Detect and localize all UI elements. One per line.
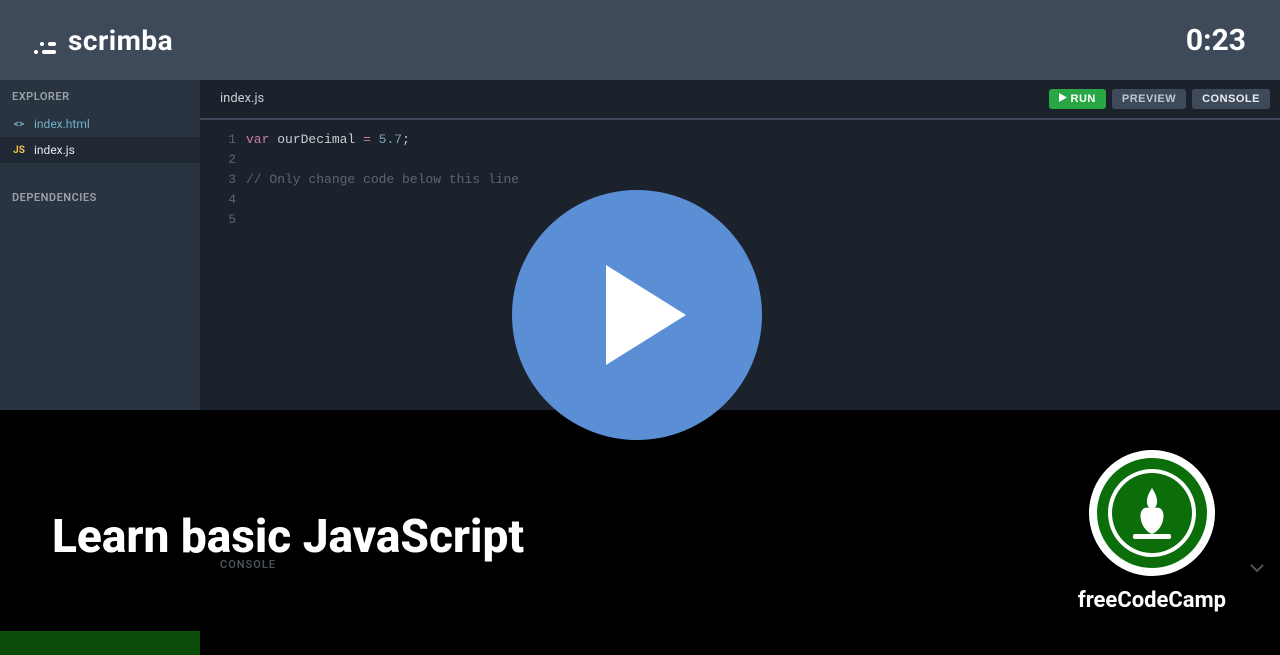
editor-header: index.js RUN PREVIEW CONSOLE	[200, 80, 1280, 120]
line-number-gutter: 1 2 3 4 5	[200, 130, 246, 410]
file-item-index-js[interactable]: JS index.js	[0, 137, 200, 163]
freecodecamp-logo-icon	[1097, 458, 1207, 568]
line-number: 2	[200, 150, 236, 170]
console-panel-label: CONSOLE	[220, 558, 276, 571]
channel-badge[interactable]: freeCodeCamp	[1078, 450, 1226, 613]
console-button[interactable]: CONSOLE	[1192, 89, 1270, 109]
brand-name: scrimba	[68, 24, 173, 57]
active-file-tab[interactable]: index.js	[220, 91, 264, 108]
sidebar: EXPLORER <> index.html JS index.js DEPEN…	[0, 80, 200, 410]
play-lesson-button[interactable]	[512, 190, 762, 440]
code-line: // Only change code below this line	[246, 170, 1260, 190]
progress-strip	[0, 631, 200, 655]
preview-button[interactable]: PREVIEW	[1112, 89, 1186, 109]
code-line	[246, 210, 1260, 230]
console-label: CONSOLE	[1202, 93, 1260, 105]
code-line	[246, 190, 1260, 210]
channel-avatar	[1089, 450, 1215, 576]
line-number: 3	[200, 170, 236, 190]
channel-name: freeCodeCamp	[1078, 588, 1226, 613]
file-label: index.js	[34, 143, 75, 157]
brand-logo-group[interactable]: scrimba	[34, 24, 173, 57]
editor-action-buttons: RUN PREVIEW CONSOLE	[1049, 89, 1270, 109]
run-button[interactable]: RUN	[1049, 89, 1106, 109]
explorer-heading: EXPLORER	[0, 80, 200, 111]
lesson-title: Learn basic JavaScript	[52, 510, 524, 564]
code-content: var ourDecimal = 5.7; // Only change cod…	[246, 130, 1280, 410]
line-number: 1	[200, 130, 236, 150]
line-number: 4	[200, 190, 236, 210]
chevron-down-icon[interactable]	[1250, 558, 1264, 577]
run-label: RUN	[1071, 93, 1096, 105]
code-line: var ourDecimal = 5.7;	[246, 130, 1260, 150]
preview-label: PREVIEW	[1122, 93, 1176, 105]
play-icon	[606, 265, 686, 365]
dependencies-heading: DEPENDENCIES	[0, 181, 200, 212]
lesson-overlay: Learn basic JavaScript CONSOLE freeCodeC…	[0, 410, 1280, 655]
play-icon	[1059, 93, 1067, 105]
js-file-icon: JS	[12, 145, 26, 156]
lesson-timer: 0:23	[1186, 23, 1246, 58]
html-file-icon: <>	[12, 119, 26, 130]
line-number: 5	[200, 210, 236, 230]
top-bar: scrimba 0:23	[0, 0, 1280, 80]
code-line	[246, 150, 1260, 170]
scrimba-logo-icon	[34, 30, 58, 50]
file-label: index.html	[34, 117, 90, 131]
file-item-index-html[interactable]: <> index.html	[0, 111, 200, 137]
